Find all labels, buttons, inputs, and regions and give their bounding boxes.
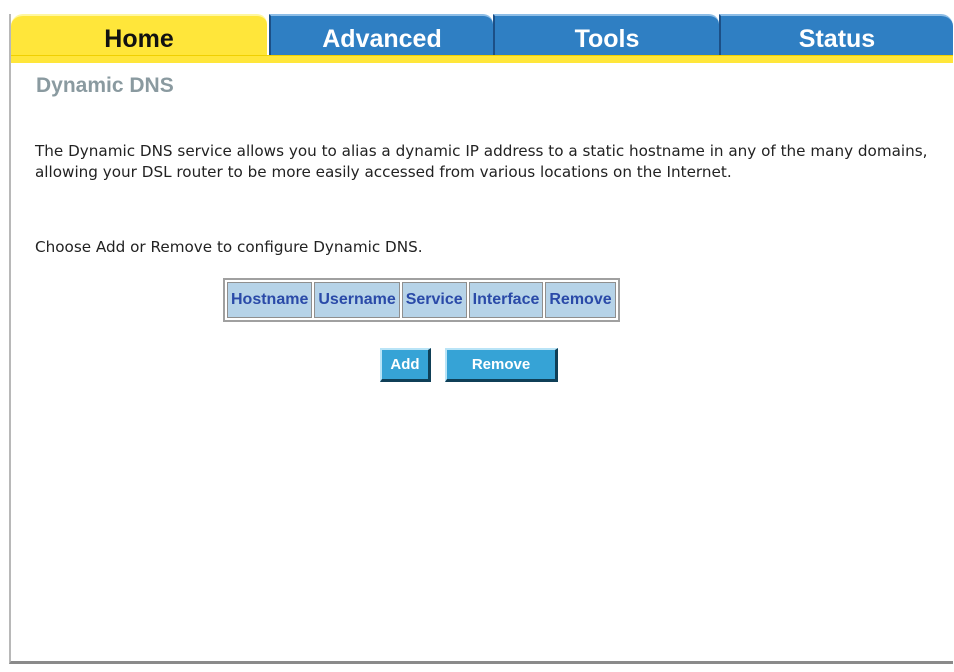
column-header-hostname: Hostname: [227, 282, 313, 318]
router-page-frame: Home Advanced Tools Status Dynamic DNS T…: [9, 14, 953, 664]
ddns-table: Hostname Username Service Interface Remo…: [223, 278, 620, 322]
main-nav-tabs: Home Advanced Tools Status: [11, 14, 953, 55]
page-instruction: Choose Add or Remove to configure Dynami…: [35, 238, 423, 256]
page-title: Dynamic DNS: [36, 74, 174, 97]
tab-tools[interactable]: Tools: [493, 14, 719, 55]
tab-advanced[interactable]: Advanced: [269, 14, 493, 55]
column-header-service: Service: [401, 282, 467, 318]
tab-status[interactable]: Status: [719, 14, 953, 55]
remove-button[interactable]: Remove: [445, 348, 558, 382]
column-header-interface: Interface: [468, 282, 544, 318]
column-header-remove: Remove: [545, 282, 616, 318]
table-header-row: Hostname Username Service Interface Remo…: [227, 282, 616, 318]
add-button[interactable]: Add: [380, 348, 431, 382]
page-description: The Dynamic DNS service allows you to al…: [35, 142, 928, 181]
tab-home[interactable]: Home: [11, 14, 267, 55]
column-header-username: Username: [314, 282, 400, 318]
active-tab-strip: [11, 55, 953, 63]
